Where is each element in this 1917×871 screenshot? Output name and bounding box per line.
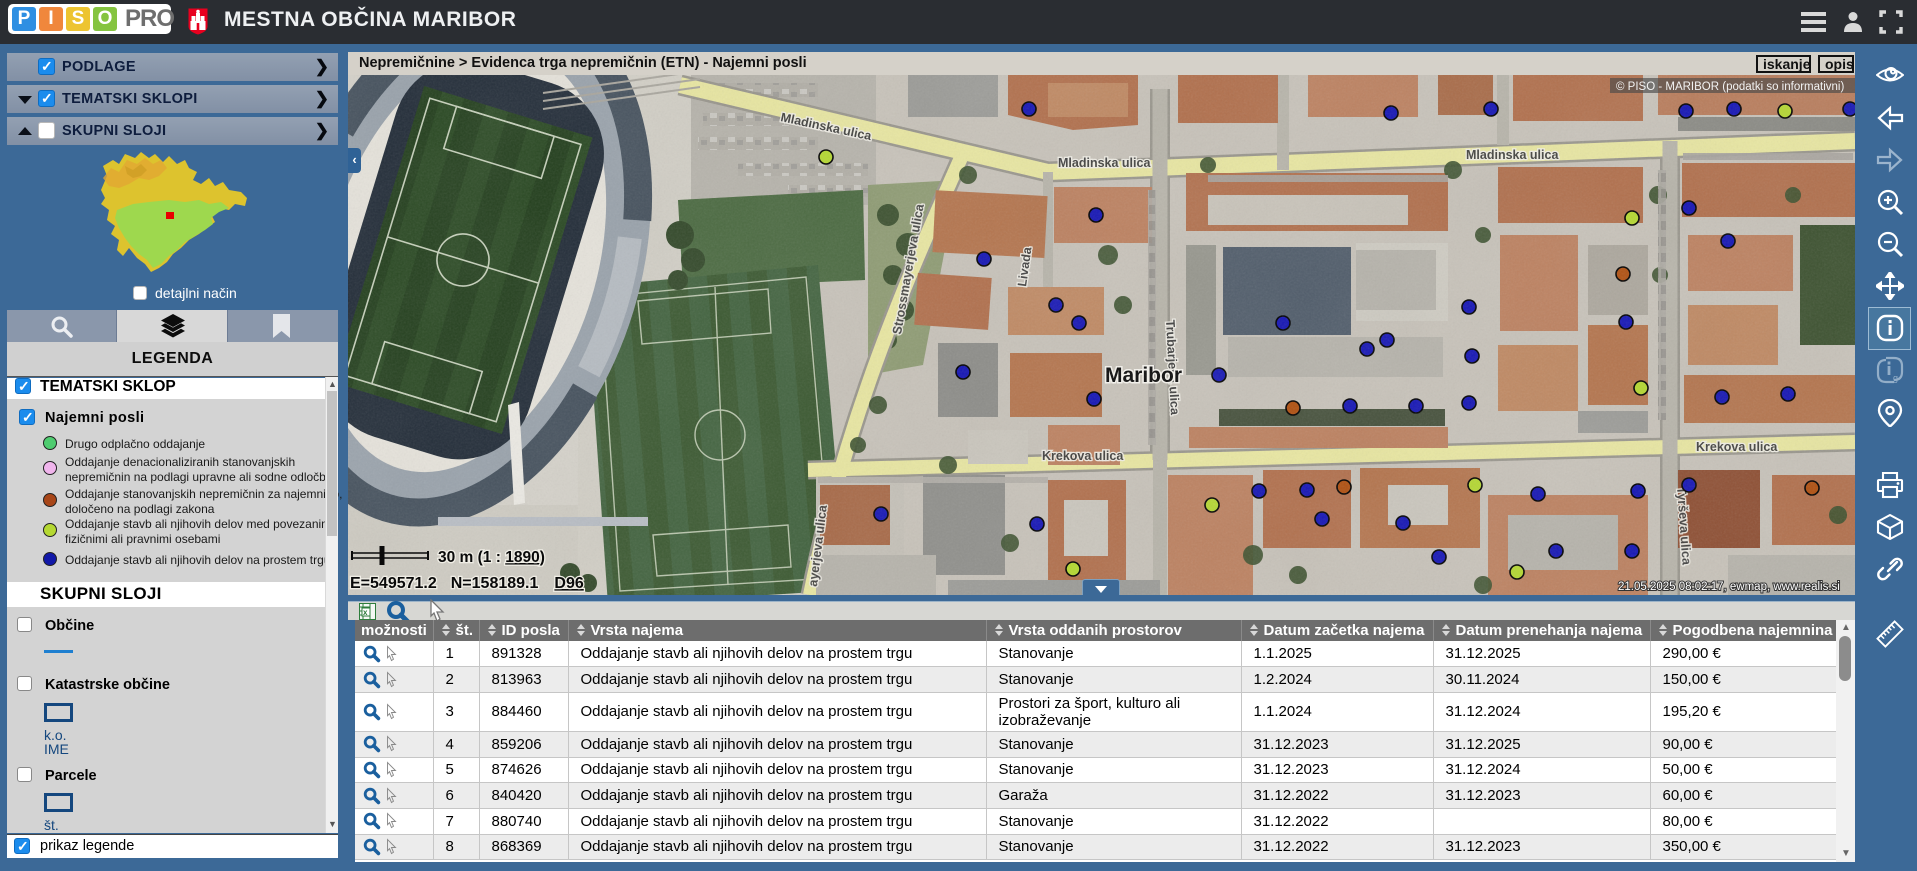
svg-text:30 m (1 : 1890): 30 m (1 : 1890) (438, 549, 545, 566)
svg-text:© PISO - MARIBOR (podatki so i: © PISO - MARIBOR (podatki so informativn… (1616, 81, 1844, 93)
svg-text:x: x (363, 608, 368, 617)
svg-text:g: g (1893, 373, 1898, 383)
svg-text:21.05.2025 08:02:17, ewmap, ww: 21.05.2025 08:02:17, ewmap, www.realis.s… (1618, 581, 1840, 593)
